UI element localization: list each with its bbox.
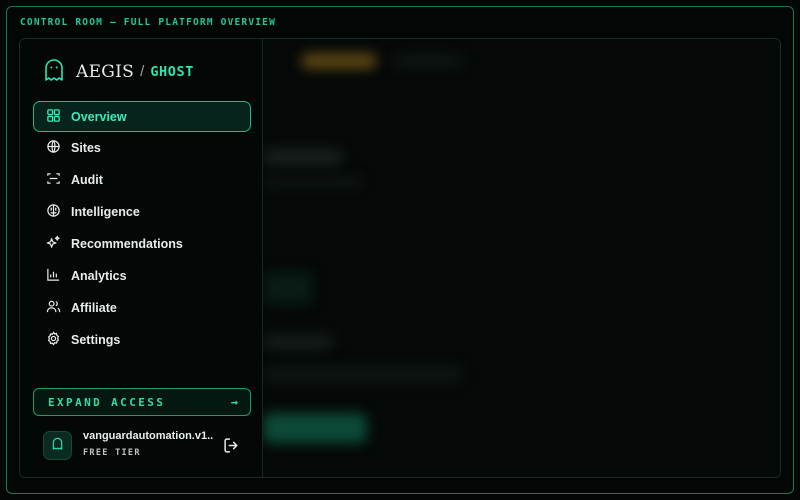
sidebar-item-label: Sites [71,141,101,156]
user-email: vanguardautomation.v1... [83,430,213,442]
brand-sub: GHOST [150,63,194,80]
blurred-text [263,177,363,187]
ghost-icon [51,436,64,455]
sidebar-item-label: Audit [71,173,103,188]
blurred-heading [263,335,333,349]
grid-icon [46,108,71,126]
app-window: AEGIS / GHOST Overview Sites Audit Intel… [19,38,781,478]
avatar [43,431,72,460]
sidebar-item-sites[interactable]: Sites [33,133,251,164]
sidebar-item-label: Intelligence [71,205,140,220]
expand-access-label: EXPAND ACCESS [48,395,166,409]
sidebar-item-recommendations[interactable]: Recommendations [33,229,251,260]
globe-icon [46,139,71,157]
sidebar-nav: Overview Sites Audit Intelligence Recomm… [33,101,251,356]
ghost-icon [42,56,66,87]
bar-chart-icon [46,267,71,285]
blurred-tab [393,55,463,67]
users-icon [46,299,71,317]
sidebar-item-label: Recommendations [71,237,183,252]
expand-access-button[interactable]: EXPAND ACCESS → [33,388,251,416]
gear-icon [46,331,71,349]
sidebar-item-label: Overview [71,109,127,124]
arrow-right-icon: → [230,395,238,409]
sidebar-item-settings[interactable]: Settings [33,324,251,355]
frame-title: CONTROL ROOM — FULL PLATFORM OVERVIEW [20,17,277,28]
sparkles-icon [46,235,71,253]
blurred-button [263,413,367,443]
blurred-heading [263,149,343,165]
scan-icon [46,171,71,189]
main-content-blurred [263,39,780,477]
sidebar-item-analytics[interactable]: Analytics [33,260,251,291]
brand-separator: / [140,63,145,80]
brand[interactable]: AEGIS / GHOST [42,56,194,87]
sidebar-item-affiliate[interactable]: Affiliate [33,292,251,323]
brain-icon [46,203,71,221]
sidebar-item-label: Analytics [71,268,127,283]
sidebar-item-audit[interactable]: Audit [33,165,251,196]
logout-icon[interactable] [223,437,240,454]
sidebar-item-label: Settings [71,332,121,347]
brand-name: AEGIS [76,61,135,82]
user-profile[interactable]: vanguardautomation.v1... FREE TIER [43,430,248,462]
blurred-input [263,365,463,383]
sidebar-item-overview[interactable]: Overview [33,101,251,132]
sidebar-item-intelligence[interactable]: Intelligence [33,197,251,228]
blurred-card [263,271,313,305]
sidebar: AEGIS / GHOST Overview Sites Audit Intel… [20,39,263,477]
sidebar-item-label: Affiliate [71,300,117,315]
user-tier: FREE TIER [83,448,141,458]
blurred-tab-active [301,53,377,69]
